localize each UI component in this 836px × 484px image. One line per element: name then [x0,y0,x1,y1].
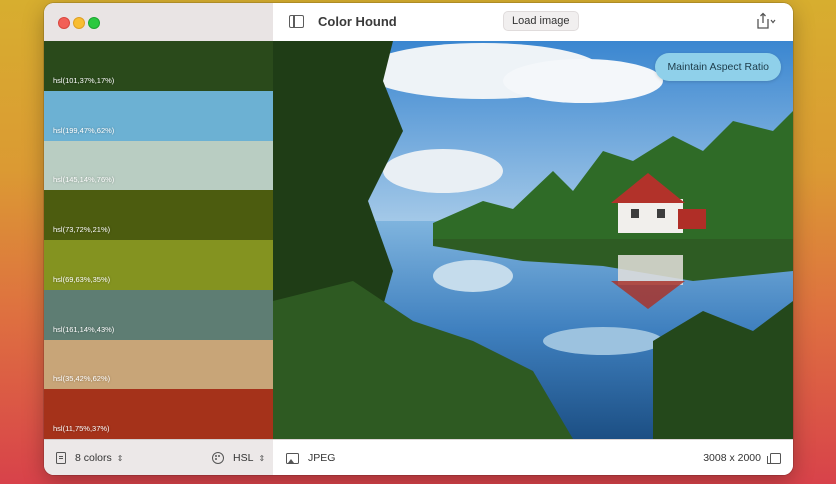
copy-icon[interactable] [767,452,781,464]
document-icon [56,452,66,464]
swatch-label: hsl(11,75%,37%) [53,424,110,433]
palette-icon [212,452,224,464]
color-swatch[interactable]: hsl(69,63%,35%) [44,240,273,290]
close-window-button[interactable] [58,17,70,29]
swatch-label: hsl(35,42%,62%) [53,374,111,384]
swatch-label: hsl(69,63%,35%) [53,274,111,284]
color-mode-label: HSL [233,452,254,464]
image-dimensions-label: 3008 x 2000 [703,452,761,464]
color-swatch[interactable]: hsl(161,14%,43%) [44,289,273,340]
swatch-label: hsl(101,37%,17%) [53,75,115,85]
image-dimensions: 3008 x 2000 [703,452,781,464]
app-window: Color Hound Load image hsl(101,37%,17%) h… [44,3,793,475]
photo-preview: Maintain Aspect Ratio [273,41,793,439]
swatch-label: hsl(199,47%,62%) [53,125,115,135]
zoom-window-button[interactable] [88,17,100,29]
toolbar: Color Hound Load image [273,3,793,42]
color-swatch[interactable]: hsl(101,37%,17%) [44,41,273,91]
chevron-updown-icon: ⇕ [116,453,124,463]
sidebar-footer: 8 colors ⇕ HSL ⇕ [44,439,274,475]
sidebar-toggle-icon[interactable] [289,15,304,28]
image-format: JPEG [286,452,335,464]
lake-photo [273,41,793,439]
color-count-label: 8 colors [75,452,112,464]
sidebar-titlebar [44,3,274,41]
color-swatch[interactable]: hsl(11,75%,37%) [44,389,273,439]
color-swatch[interactable]: hsl(199,47%,62%) [44,90,273,141]
image-icon [286,452,299,464]
minimize-window-button[interactable] [73,17,85,29]
maintain-aspect-ratio-button[interactable]: Maintain Aspect Ratio [655,53,781,81]
app-title: Color Hound [318,14,397,29]
swatch-label: hsl(145,14%,76%) [53,175,115,185]
swatch-label: hsl(161,14%,43%) [53,324,115,334]
swatch-label: hsl(73,72%,21%) [53,225,111,234]
load-image-button[interactable]: Load image [503,11,579,31]
image-info-bar: JPEG 3008 x 2000 [273,439,793,475]
share-icon[interactable] [755,12,777,30]
color-swatch[interactable]: hsl(35,42%,62%) [44,339,273,390]
color-count-control[interactable]: 8 colors ⇕ [56,452,123,464]
image-format-label: JPEG [308,452,336,464]
color-swatch[interactable]: hsl(145,14%,76%) [44,140,273,191]
chevron-updown-icon: ⇕ [258,453,266,463]
color-mode-control[interactable]: HSL ⇕ [212,452,265,464]
color-palette: hsl(101,37%,17%) hsl(199,47%,62%) hsl(145,… [44,41,274,439]
color-swatch[interactable]: hsl(73,72%,21%) [44,190,273,240]
